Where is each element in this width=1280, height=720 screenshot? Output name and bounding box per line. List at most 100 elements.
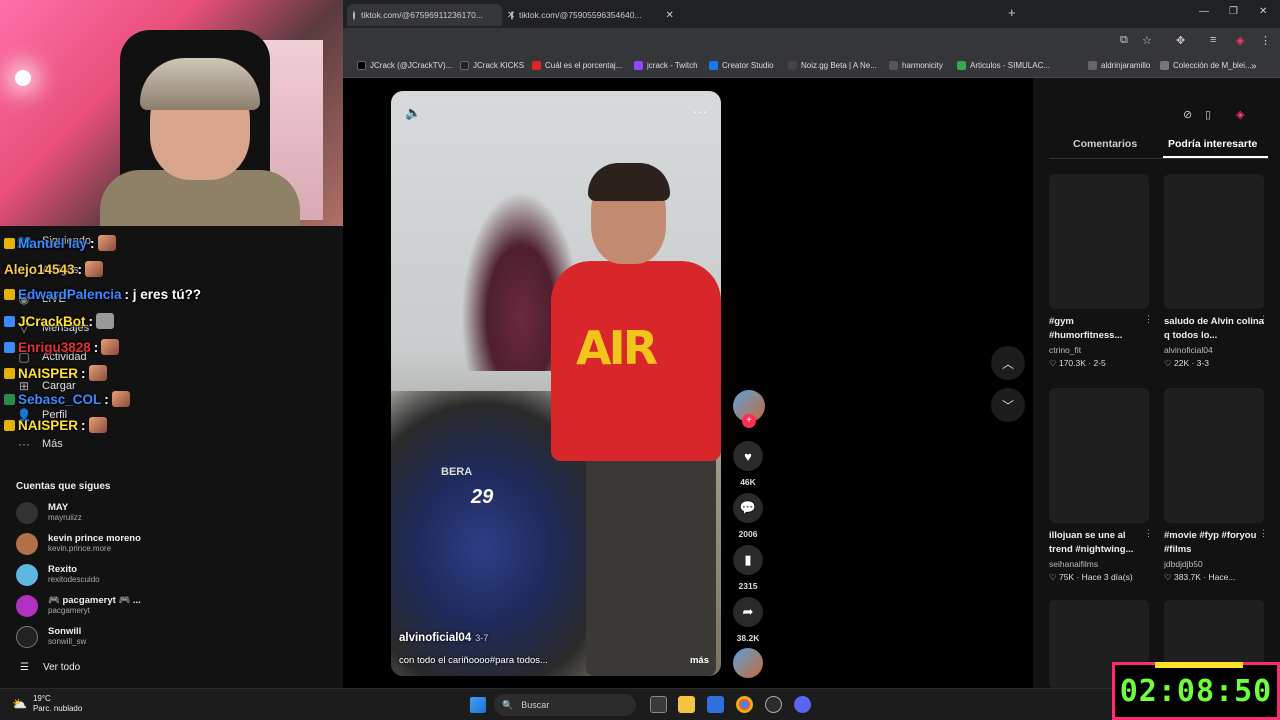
caption-more-link[interactable]: más: [690, 655, 709, 666]
browser-tab-active[interactable]: tiktok.com/@67596911236170... ✕: [347, 4, 515, 26]
profile-icon[interactable]: ◈: [1236, 34, 1244, 47]
restore-icon[interactable]: ❐: [1229, 6, 1238, 17]
bookmark-item[interactable]: Creator Studio: [709, 61, 774, 70]
bookmark-item[interactable]: Colección de M_blei...: [1160, 61, 1252, 70]
heart-icon[interactable]: ♥: [733, 441, 763, 471]
recommended-video-card[interactable]: ⋮ illojuan se une al trend #nightwing...…: [1049, 388, 1153, 583]
card-menu-icon[interactable]: ⋮: [1259, 314, 1268, 325]
account-item[interactable]: Rexito rexitodescuido: [16, 564, 100, 586]
close-window-icon[interactable]: ✕: [1259, 6, 1267, 17]
previous-video-button[interactable]: ︿: [991, 346, 1025, 380]
share-icon[interactable]: ➦: [733, 597, 763, 627]
next-video-button[interactable]: ﹀: [991, 388, 1025, 422]
emote-icon: [96, 313, 115, 329]
video-author[interactable]: alvinoficial04 3-7: [399, 632, 488, 644]
extensions-icon[interactable]: ✥: [1176, 34, 1185, 47]
account-item[interactable]: Sonwill sonwill_sw: [16, 626, 86, 648]
task-view-icon[interactable]: [650, 696, 667, 713]
video-thumbnail[interactable]: [1049, 174, 1149, 309]
tab-recommended[interactable]: Podría interesarte: [1168, 138, 1257, 150]
recommended-video-card[interactable]: ⋮ #movie #fyp #foryou #films jdbdjdjb50 …: [1164, 388, 1268, 583]
discord-icon[interactable]: [794, 696, 811, 713]
cloud-sun-icon: ⛅: [12, 697, 27, 711]
share-action[interactable]: ➦ 38.2K: [733, 597, 763, 643]
list-icon: ☰: [20, 662, 29, 673]
folder-icon: [889, 61, 898, 70]
stream-timer: 02:08:50: [1112, 662, 1280, 720]
comment-icon[interactable]: 💬: [733, 493, 763, 523]
recommended-video-card[interactable]: ⋮ saludo de Alvin colina q todos lo... a…: [1164, 174, 1268, 369]
obs-icon[interactable]: [765, 696, 782, 713]
profile-icon[interactable]: ◈: [1236, 108, 1244, 121]
subscriber-badge: [4, 289, 15, 300]
music-disc-icon[interactable]: [733, 648, 763, 678]
card-menu-icon[interactable]: ⋮: [1259, 528, 1268, 539]
active-tab-indicator: [1163, 156, 1268, 158]
like-action[interactable]: ♥ 46K: [733, 441, 763, 487]
bookmark-item[interactable]: JCrack (@JCrackTV)...: [357, 61, 452, 70]
avatar: [16, 533, 38, 555]
tab-comments[interactable]: Comentarios: [1073, 138, 1137, 150]
recommendations-panel: ⊘ ▯ ◈ Comentarios Podría interesarte ⋮ #…: [1033, 78, 1280, 688]
close-icon[interactable]: ✕: [666, 10, 674, 21]
emote-icon: [97, 235, 116, 251]
video-thumbnail[interactable]: [1049, 388, 1149, 523]
see-all-link[interactable]: ☰ Ver todo: [20, 662, 80, 673]
comment-action[interactable]: 💬 2006: [733, 493, 763, 539]
account-item[interactable]: kevin prince moreno kevin.prince.more: [16, 533, 141, 555]
kid-hair: [588, 163, 670, 201]
s-icon: [532, 61, 541, 70]
minimize-icon[interactable]: —: [1199, 6, 1209, 17]
emote-icon: [101, 339, 120, 355]
device-icon[interactable]: ▯: [1205, 108, 1211, 121]
account-item[interactable]: MAY mayruiizz: [16, 502, 82, 524]
cast-icon[interactable]: ⧉: [1120, 34, 1128, 47]
account-item[interactable]: 🎮 pacgameryt 🎮 ... pacgameryt: [16, 595, 141, 617]
browser-tab-bar: tiktok.com/@67596911236170... ✕ tiktok.co…: [343, 0, 1280, 28]
browser-toolbar: ⧉ ☆ ✥ ≡ ◈ ⋮: [343, 28, 1280, 54]
bookmark-item[interactable]: jcrack - Twitch: [634, 61, 698, 70]
folder-icon: [1160, 61, 1169, 70]
card-menu-icon[interactable]: ⋮: [1144, 314, 1153, 325]
follow-plus-icon[interactable]: +: [742, 414, 756, 428]
chat-message: NAISPER:: [4, 417, 107, 433]
video-thumbnail[interactable]: [1164, 388, 1264, 523]
bookmark-icon[interactable]: ▮: [733, 545, 763, 575]
taskbar-search[interactable]: 🔍 Buscar: [494, 694, 636, 716]
card-menu-icon[interactable]: ⋮: [1144, 528, 1153, 539]
avatar: [16, 502, 38, 524]
bookmark-item[interactable]: harmonicity: [889, 61, 943, 70]
chrome-icon[interactable]: [736, 696, 753, 713]
volume-icon[interactable]: 🔈: [405, 105, 421, 121]
video-player[interactable]: BERA 29 AIR 🔈 ··· alvinoficial04 3-7 con …: [391, 91, 721, 676]
save-action[interactable]: ▮ 2315: [733, 545, 763, 591]
recommended-video-card[interactable]: ⋮ #gym #humorfitness... ctrino_fit ♡ 170…: [1049, 174, 1153, 369]
bookmark-item[interactable]: Cuál es el porcentaj...: [532, 61, 622, 70]
chat-message: Sebasc_COL:: [4, 391, 130, 407]
more-bookmarks-icon[interactable]: »: [1251, 61, 1257, 72]
windows-taskbar: ⛅ 19°C Parc. nublado 🔍 Buscar: [0, 688, 1112, 720]
windows-start-icon[interactable]: [470, 697, 486, 713]
globe-icon: [353, 10, 355, 20]
bookmark-item[interactable]: JCrack KICKS: [460, 61, 524, 70]
outlook-icon[interactable]: [707, 696, 724, 713]
more-options-icon[interactable]: ···: [693, 103, 707, 119]
chat-message: JCrackBot:: [4, 313, 115, 329]
bookmark-item[interactable]: Articulos - SIMULAC...: [957, 61, 1050, 70]
browser-tab[interactable]: tiktok.com/@75905596354640... ✕: [505, 4, 674, 26]
weather-widget[interactable]: ⛅ 19°C Parc. nublado: [12, 694, 82, 714]
media-icon[interactable]: ≡: [1210, 34, 1216, 46]
crown-badge: [4, 367, 15, 379]
bookmark-item[interactable]: Noiz.gg Beta | A Ne...: [788, 61, 877, 70]
creator-avatar[interactable]: +: [733, 390, 765, 428]
nav-more[interactable]: ··· Más: [16, 437, 63, 451]
menu-icon[interactable]: ⋮: [1260, 34, 1271, 47]
chat-message: Enrigu3828:: [4, 339, 120, 355]
video-thumbnail[interactable]: [1164, 174, 1264, 309]
file-explorer-icon[interactable]: [678, 696, 695, 713]
bookmark-star-icon[interactable]: ☆: [1142, 34, 1152, 47]
compass-icon[interactable]: ⊘: [1183, 108, 1192, 121]
bookmark-item[interactable]: aldrinjaramillo: [1088, 61, 1150, 70]
new-tab-button[interactable]: +: [1008, 5, 1016, 20]
search-icon: 🔍: [502, 699, 514, 710]
